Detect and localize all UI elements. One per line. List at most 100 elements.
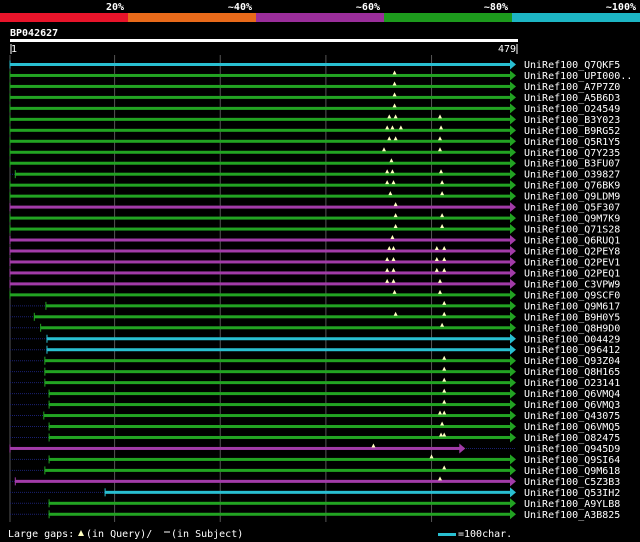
hit-label[interactable]: UniRef100_Q9SCF0 xyxy=(524,290,620,301)
hit-aligned-bar xyxy=(44,370,512,374)
hit-label[interactable]: UniRef100_Q7Y235 xyxy=(524,148,620,159)
hit-row[interactable]: UniRef100_C3VPW9 xyxy=(9,278,620,291)
hit-row[interactable]: UniRef100_O39827 xyxy=(10,169,620,181)
hit-label[interactable]: UniRef100_Q93Z04 xyxy=(524,356,620,367)
gap-marker xyxy=(387,114,392,119)
hit-row[interactable]: UniRef100_A5B6D3 xyxy=(9,92,620,104)
hit-label[interactable]: UniRef100_C3VPW9 xyxy=(524,279,620,290)
hit-label[interactable]: UniRef100_Q2PEV1 xyxy=(524,257,620,268)
hit-row[interactable]: UniRef100_B3FU07 xyxy=(9,158,620,170)
hit-label[interactable]: UniRef100_Q9M618 xyxy=(524,466,620,477)
hit-row[interactable]: UniRef100_Q7QKF5 xyxy=(9,59,620,72)
hit-row[interactable]: UniRef100_Q43075 xyxy=(10,410,620,423)
hit-label[interactable]: UniRef100_Q43075 xyxy=(524,411,620,422)
hit-row[interactable]: UniRef100_O04429 xyxy=(10,333,620,346)
hit-label[interactable]: UniRef100_B3Y023 xyxy=(524,115,620,126)
hit-row[interactable]: UniRef100_Q9M618 xyxy=(10,465,620,477)
hit-row[interactable]: UniRef100_Q9SCF0 xyxy=(9,289,620,302)
hit-label[interactable]: UniRef100_O39827 xyxy=(524,170,620,181)
hit-label[interactable]: UniRef100_UPI000.. xyxy=(524,71,632,82)
hit-label[interactable]: UniRef100_O82475 xyxy=(524,433,620,444)
hit-row[interactable]: UniRef100_Q53IH2 xyxy=(10,487,620,499)
hit-row[interactable]: UniRef100_UPI000.. xyxy=(9,70,632,82)
hit-row[interactable]: UniRef100_Q9LDM9 xyxy=(9,191,620,203)
gap-marker xyxy=(442,399,447,404)
hit-row[interactable]: UniRef100_O82475 xyxy=(10,432,620,444)
gap-marker xyxy=(437,278,442,283)
hit-label[interactable]: UniRef100_Q76BK9 xyxy=(524,181,620,192)
hit-row[interactable]: UniRef100_Q9SI64 xyxy=(10,454,620,466)
hit-row[interactable]: UniRef100_Q9M7K9 xyxy=(9,213,620,225)
hit-label[interactable]: UniRef100_A7P7Z0 xyxy=(524,82,620,93)
hit-label[interactable]: UniRef100_Q53IH2 xyxy=(524,488,620,499)
hit-label[interactable]: UniRef100_Q5F307 xyxy=(524,203,620,214)
hit-label[interactable]: UniRef100_Q96412 xyxy=(524,345,620,356)
hit-label[interactable]: UniRef100_Q5R1Y5 xyxy=(524,137,620,148)
hit-label[interactable]: UniRef100_O23141 xyxy=(524,378,620,389)
hit-arrowhead xyxy=(510,213,516,224)
hit-label[interactable]: UniRef100_Q8H9D0 xyxy=(524,323,620,334)
hit-label[interactable]: UniRef100_Q71S28 xyxy=(524,225,620,236)
hit-row[interactable]: UniRef100_Q6VMQ4 xyxy=(10,388,620,401)
hit-label[interactable]: UniRef100_A5B6D3 xyxy=(524,93,620,104)
hit-label[interactable]: UniRef100_Q9SI64 xyxy=(524,455,620,466)
hit-label[interactable]: UniRef100_Q6VMQ3 xyxy=(524,400,620,411)
hit-row[interactable]: UniRef100_Q6RUQ1 xyxy=(9,235,620,247)
hit-row[interactable]: UniRef100_B3Y023 xyxy=(9,114,620,126)
hit-row[interactable]: UniRef100_Q5R1Y5 xyxy=(9,136,620,148)
hit-row[interactable]: UniRef100_Q8H165 xyxy=(10,366,620,379)
hit-row[interactable]: UniRef100_A7P7Z0 xyxy=(9,81,620,93)
gap-marker xyxy=(385,125,390,130)
hit-label[interactable]: UniRef100_Q6VMQ4 xyxy=(524,389,620,400)
hit-aligned-bar xyxy=(10,95,511,99)
hit-label[interactable]: UniRef100_Q7QKF5 xyxy=(524,60,620,71)
hit-row[interactable]: UniRef100_Q6VMQ3 xyxy=(10,399,620,412)
hit-label[interactable]: UniRef100_Q6RUQ1 xyxy=(524,236,620,247)
hit-row[interactable]: UniRef100_Q2PEY8 xyxy=(9,245,620,257)
hit-label[interactable]: UniRef100_O24549 xyxy=(524,104,620,115)
hit-row[interactable]: UniRef100_Q93Z04 xyxy=(10,355,620,368)
hit-row[interactable]: UniRef100_Q6VMQ5 xyxy=(10,421,620,434)
hit-row[interactable]: UniRef100_Q945D9 xyxy=(9,443,620,455)
hit-row[interactable]: UniRef100_B9RG52 xyxy=(9,125,620,137)
hit-row[interactable]: UniRef100_O24549 xyxy=(9,103,620,115)
hit-label[interactable]: UniRef100_Q2PEY8 xyxy=(524,246,620,257)
hit-label[interactable]: UniRef100_A9YLB8 xyxy=(524,499,620,510)
hit-label[interactable]: UniRef100_Q9M7K9 xyxy=(524,214,620,225)
hit-row[interactable]: UniRef100_Q71S28 xyxy=(9,224,620,236)
hit-row[interactable]: UniRef100_Q96412 xyxy=(10,344,620,357)
hit-row[interactable]: UniRef100_Q76BK9 xyxy=(9,180,620,192)
hit-row[interactable]: UniRef100_B9H0Y5 xyxy=(10,311,620,324)
hit-label[interactable]: UniRef100_Q9LDM9 xyxy=(524,192,620,203)
gap-marker xyxy=(434,256,439,261)
gap-marker xyxy=(439,169,444,174)
hit-label[interactable]: UniRef100_Q945D9 xyxy=(524,444,620,455)
hit-label[interactable]: UniRef100_C5Z3B3 xyxy=(524,477,620,488)
hit-row[interactable]: UniRef100_Q9M617 xyxy=(10,300,620,313)
hit-arrowhead xyxy=(510,92,516,103)
hit-label[interactable]: UniRef100_B9RG52 xyxy=(524,126,620,137)
hit-row[interactable]: UniRef100_C5Z3B3 xyxy=(10,476,620,488)
hit-label[interactable]: UniRef100_Q9M617 xyxy=(524,301,620,312)
hit-row[interactable]: UniRef100_O23141 xyxy=(10,377,620,390)
hit-label[interactable]: UniRef100_Q6VMQ5 xyxy=(524,422,620,433)
hit-label[interactable]: UniRef100_Q8H165 xyxy=(524,367,620,378)
hit-label[interactable]: UniRef100_A3B825 xyxy=(524,510,620,521)
gap-marker xyxy=(392,81,397,86)
gap-marker xyxy=(439,125,444,130)
hit-arrowhead xyxy=(510,388,516,399)
hit-row[interactable]: UniRef100_A3B825 xyxy=(10,509,620,521)
hit-row[interactable]: UniRef100_Q2PEV1 xyxy=(9,256,620,269)
scale-segment xyxy=(512,13,640,22)
hit-row[interactable]: UniRef100_Q8H9D0 xyxy=(10,322,620,335)
hit-arrowhead xyxy=(510,432,516,443)
hit-row[interactable]: UniRef100_Q2PEQ1 xyxy=(9,267,620,280)
hit-label[interactable]: UniRef100_Q2PEQ1 xyxy=(524,268,620,279)
hit-row[interactable]: UniRef100_A9YLB8 xyxy=(10,498,620,510)
hit-label[interactable]: UniRef100_B3FU07 xyxy=(524,159,620,170)
hit-label[interactable]: UniRef100_O04429 xyxy=(524,334,620,345)
hit-row[interactable]: UniRef100_Q5F307 xyxy=(9,202,620,214)
hit-row[interactable]: UniRef100_Q7Y235 xyxy=(9,147,620,159)
gap-marker xyxy=(440,180,445,185)
hit-label[interactable]: UniRef100_B9H0Y5 xyxy=(524,312,620,323)
